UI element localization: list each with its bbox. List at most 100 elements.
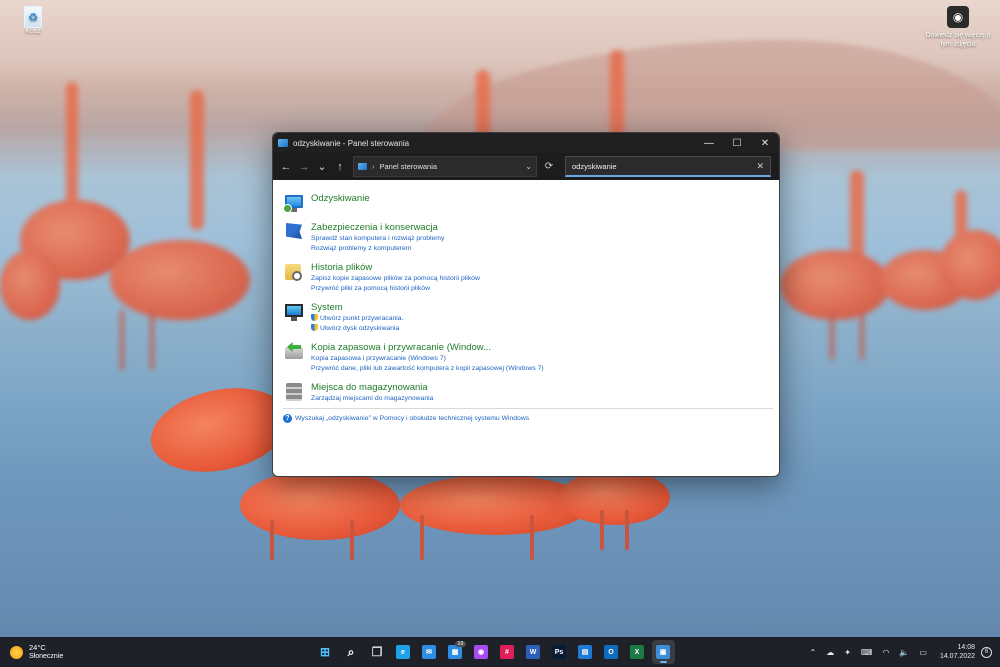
result-link-restore-files[interactable]: Przywróć pliki za pomocą historii plików — [311, 284, 480, 294]
learn-about-picture-desktop-icon[interactable]: ◉ Dowiedz się więcej o tym zdjęciu — [925, 6, 991, 49]
breadcrumb-control-panel[interactable]: Panel sterowania — [380, 162, 526, 171]
result-storage-spaces: Miejsca do magazynowania Zarządzaj miejs… — [283, 381, 779, 404]
weather-temperature: 24°C — [29, 643, 46, 652]
tray-app-icon[interactable]: ✦ — [844, 648, 851, 657]
taskbar-start-button[interactable]: ⊞ — [314, 640, 337, 664]
battery-icon[interactable]: ▭ — [919, 648, 927, 657]
search-input[interactable] — [572, 161, 757, 171]
result-security-maintenance: Zabezpieczenia i konserwacja Sprawdź sta… — [283, 221, 779, 254]
storage-spaces-icon — [283, 381, 305, 403]
system-icon — [283, 301, 305, 323]
control-panel-icon: ▣ — [656, 645, 670, 659]
trello-icon: ▤ — [578, 645, 592, 659]
result-link-create-recovery-drive[interactable]: Utwórz dysk odzyskiwania — [311, 324, 403, 334]
navigation-bar: ← → ⌄ ↑ › Panel sterowania ⌄ ⟳ ✕ — [273, 153, 779, 180]
result-recovery: Odzyskiwanie — [283, 192, 779, 214]
control-panel-icon — [278, 139, 288, 147]
taskbar-store-button[interactable]: ▦ 19 — [444, 640, 467, 664]
recent-locations-chevron-icon[interactable]: ⌄ — [313, 158, 331, 176]
breadcrumb-separator-icon: › — [372, 162, 375, 171]
window-title: odzyskiwanie - Panel sterowania — [293, 138, 410, 148]
outlook-icon: O — [604, 645, 618, 659]
notification-center-badge[interactable]: 6 — [981, 646, 992, 658]
taskbar-slack-button[interactable]: # — [496, 640, 519, 664]
back-arrow-icon[interactable]: ← — [277, 158, 295, 176]
taskbar: 24°C Słonecznie ⊞ ⌕ ❐ e ✉ ▦ 19 ◉ # W Ps ▤ O X ▣ ⌃ ☁ ✦ … — [0, 637, 1000, 667]
result-title-storage-spaces[interactable]: Miejsca do magazynowania — [311, 382, 433, 394]
result-link-backup-windows7[interactable]: Kopia zapasowa i przywracanie (Windows 7… — [311, 354, 544, 364]
photoshop-icon: Ps — [552, 645, 566, 659]
result-title-backup-restore[interactable]: Kopia zapasowa i przywracanie (Window... — [311, 342, 544, 354]
minimize-button[interactable]: — — [695, 133, 723, 153]
maximize-button[interactable]: ☐ — [723, 133, 751, 153]
search-icon: ⌕ — [347, 644, 355, 659]
result-link-troubleshoot[interactable]: Rozwiąż problemy z komputerem — [311, 244, 444, 254]
clear-search-icon[interactable]: ✕ — [756, 161, 764, 172]
window-titlebar[interactable]: odzyskiwanie - Panel sterowania — ☐ ✕ — [273, 133, 779, 153]
keyboard-icon[interactable]: ⌨ — [861, 648, 873, 657]
file-history-icon — [283, 261, 305, 283]
result-title-file-history[interactable]: Historia plików — [311, 262, 480, 274]
taskbar-search-button[interactable]: ⌕ — [340, 640, 363, 664]
address-dropdown-chevron-icon[interactable]: ⌄ — [525, 162, 532, 171]
address-bar[interactable]: › Panel sterowania ⌄ — [353, 156, 537, 177]
result-title-system[interactable]: System — [311, 302, 403, 314]
help-search-text[interactable]: Wyszukaj „odzyskiwanie” w Pomocy i obsłu… — [295, 415, 529, 422]
recycle-bin-label: Kosz — [25, 28, 41, 35]
weather-condition: Słonecznie — [29, 653, 64, 660]
taskbar-outlook-button[interactable]: O — [600, 640, 623, 664]
camera-icon: ◉ — [947, 6, 969, 28]
result-link-manage-storage[interactable]: Zarządzaj miejscami do magazynowania — [311, 394, 433, 404]
recycle-bin-desktop-icon[interactable]: ♻ Kosz — [18, 6, 48, 35]
result-link-check-status[interactable]: Sprawdź stan komputera i rozwiąż problem… — [311, 234, 444, 244]
store-badge: 19 — [455, 641, 466, 647]
taskbar-apps: ⊞ ⌕ ❐ e ✉ ▦ 19 ◉ # W Ps ▤ O X ▣ — [312, 637, 676, 667]
help-search-link[interactable]: ? Wyszukaj „odzyskiwanie” w Pomocy i obs… — [283, 414, 529, 423]
backup-restore-icon — [283, 341, 305, 363]
taskbar-word-button[interactable]: W — [522, 640, 545, 664]
result-title-recovery[interactable]: Odzyskiwanie — [311, 193, 370, 205]
wifi-icon[interactable]: ◠ — [882, 648, 889, 657]
recovery-icon — [283, 192, 305, 214]
taskbar-trello-button[interactable]: ▤ — [574, 640, 597, 664]
result-link-restore-data[interactable]: Przywróć dane, pliki lub zawartość kompu… — [311, 364, 544, 374]
taskbar-edge-button[interactable]: e — [392, 640, 415, 664]
refresh-icon[interactable]: ⟳ — [539, 161, 559, 172]
result-file-history: Historia plików Zapisz kopie zapasowe pl… — [283, 261, 779, 294]
help-question-icon: ? — [283, 414, 292, 423]
edge-icon: e — [396, 645, 410, 659]
taskbar-mail-button[interactable]: ✉ — [418, 640, 441, 664]
volume-icon[interactable]: 🔈 — [899, 648, 909, 657]
clock-date: 14.07.2022 — [939, 653, 975, 660]
up-arrow-icon[interactable]: ↑ — [331, 158, 349, 176]
taskbar-clock[interactable]: 14:08 14.07.2022 — [940, 643, 975, 661]
result-backup-restore: Kopia zapasowa i przywracanie (Window...… — [283, 341, 779, 374]
store-icon: ▦ — [448, 645, 462, 659]
control-panel-window: odzyskiwanie - Panel sterowania — ☐ ✕ ← … — [272, 132, 780, 477]
taskbar-excel-button[interactable]: X — [626, 640, 649, 664]
taskbar-messenger-button[interactable]: ◉ — [470, 640, 493, 664]
control-panel-address-icon — [358, 163, 367, 170]
close-button[interactable]: ✕ — [751, 133, 779, 153]
result-link-create-restore-point[interactable]: Utwórz punkt przywracania. — [311, 314, 403, 324]
clock-time: 14:08 — [957, 644, 975, 651]
results-divider — [283, 408, 773, 409]
learn-about-picture-label: Dowiedz się więcej o tym zdjęciu — [925, 32, 991, 48]
word-icon: W — [526, 645, 540, 659]
result-title-security-maintenance[interactable]: Zabezpieczenia i konserwacja — [311, 222, 444, 234]
slack-icon: # — [500, 645, 514, 659]
onedrive-cloud-icon[interactable]: ☁ — [826, 648, 834, 657]
show-hidden-icons-chevron-icon[interactable]: ⌃ — [809, 648, 816, 657]
weather-widget[interactable]: 24°C Słonecznie — [10, 643, 150, 661]
taskbar-control-panel-button[interactable]: ▣ — [651, 640, 675, 664]
excel-icon: X — [630, 645, 644, 659]
search-box[interactable]: ✕ — [565, 156, 771, 177]
result-system: System Utwórz punkt przywracania. Utwórz… — [283, 301, 779, 334]
forward-arrow-icon[interactable]: → — [295, 158, 313, 176]
start-icon: ⊞ — [319, 645, 331, 659]
taskbar-photoshop-button[interactable]: Ps — [548, 640, 571, 664]
task-view-icon: ❐ — [371, 645, 383, 659]
search-results: Odzyskiwanie Zabezpieczenia i konserwacj… — [273, 180, 779, 476]
taskbar-task-view-button[interactable]: ❐ — [366, 640, 389, 664]
result-link-save-backups[interactable]: Zapisz kopie zapasowe plików za pomocą h… — [311, 274, 480, 284]
